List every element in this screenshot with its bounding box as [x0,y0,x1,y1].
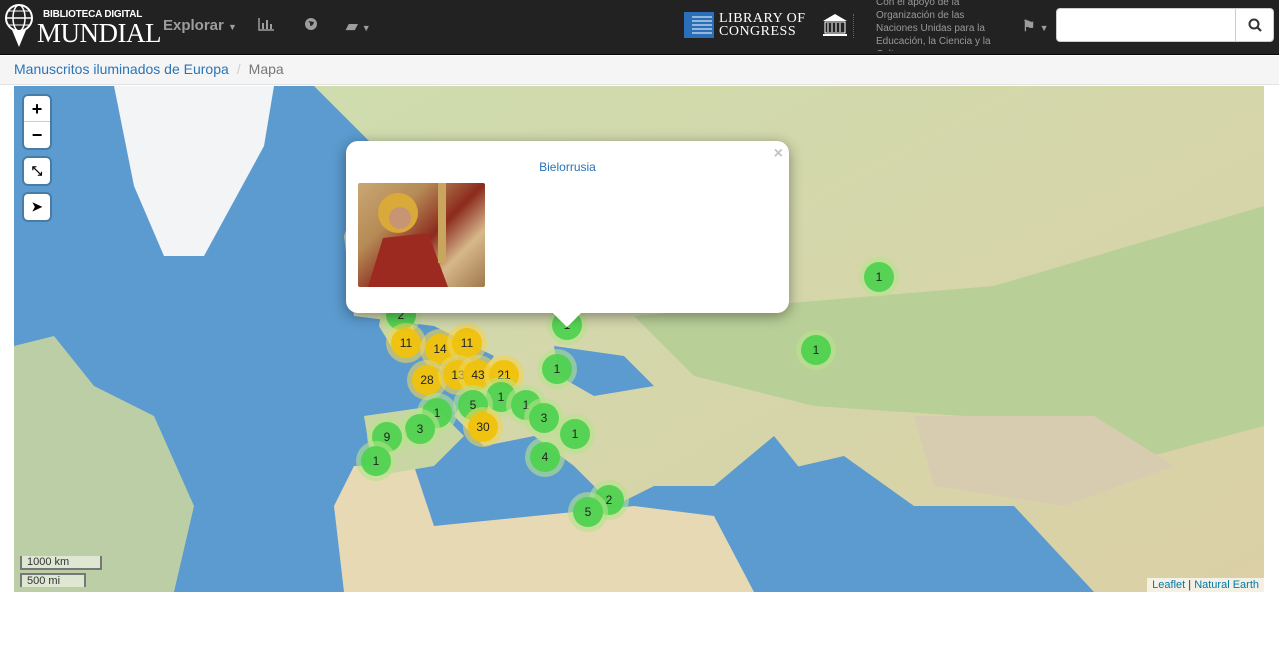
marker-cluster[interactable]: 1 [537,349,577,389]
popup-title-link[interactable]: Bielorrusia [346,160,789,174]
breadcrumb: Manuscritos iluminados de Europa / Mapa [0,56,1279,85]
unesco-text: Con el apoyo de la Organización de las N… [876,0,991,51]
cluster-count: 3 [529,403,559,433]
loc-line2: CONGRESS [719,24,797,39]
breadcrumb-separator: / [236,61,241,77]
scale-mi: 500 mi [20,573,86,587]
marker-cluster[interactable]: 4 [525,437,565,477]
globe-icon[interactable] [304,17,318,35]
cluster-count: 4 [530,442,560,472]
map[interactable]: + − ⤡ ➤ 21111411281343211151133309141251… [14,86,1264,592]
attribution-separator: | [1188,579,1192,591]
divider [853,14,854,38]
marker-cluster[interactable]: 1 [356,441,396,481]
unesco-temple-icon[interactable] [822,13,848,37]
cluster-count: 3 [405,414,435,444]
search-button[interactable] [1235,9,1273,41]
leaflet-link[interactable]: Leaflet [1152,579,1185,591]
marker-cluster[interactable]: 1 [796,330,836,370]
cluster-count: 11 [391,328,421,358]
cluster-count: 28 [412,365,442,395]
zoom-control: + − [24,96,50,148]
caret-down-icon: ▼ [1039,23,1049,33]
marker-cluster[interactable]: 30 [463,407,503,447]
cluster-count: 5 [573,497,603,527]
caret-down-icon: ▼ [228,22,237,32]
fullscreen-exit-button[interactable]: ⤡ [24,158,50,184]
collapse-icon: ⤡ [31,163,43,178]
marker-cluster[interactable]: 1 [859,257,899,297]
book-menu[interactable]: ▰ ▼ [346,17,371,35]
explore-menu[interactable]: Explorar ▼ [163,17,237,34]
caret-down-icon: ▼ [361,23,371,33]
map-attribution: Leaflet | Natural Earth [1147,578,1264,592]
scale-km: 1000 km [20,556,102,570]
chart-icon[interactable] [258,17,275,35]
loc-flag-icon [684,12,714,38]
breadcrumb-current: Mapa [248,61,284,77]
search-box [1056,8,1274,42]
search-icon [1248,18,1262,32]
cluster-count: 1 [801,335,831,365]
cluster-count: 1 [361,446,391,476]
logo-big-text: MUNDIAL [37,18,162,48]
cluster-count: 1 [560,419,590,449]
natural-earth-link[interactable]: Natural Earth [1194,579,1259,591]
explore-label: Explorar [163,17,224,34]
search-input[interactable] [1063,10,1238,40]
marker-cluster[interactable]: 5 [568,492,608,532]
flag-icon: ⚑ [1022,18,1036,35]
locate-button[interactable]: ➤ [24,194,50,220]
manuscript-thumbnail[interactable] [358,183,485,287]
cluster-count: 1 [542,354,572,384]
zoom-in-button[interactable]: + [24,96,50,122]
book-icon: ▰ [346,18,358,35]
cluster-count: 30 [468,412,498,442]
language-menu[interactable]: ⚑ ▼ [1022,17,1049,35]
zoom-out-button[interactable]: − [24,122,50,148]
cluster-count: 11 [452,328,482,358]
wdl-logo[interactable]: BIBLIOTECA DIGITAL MUNDIAL [4,3,162,51]
breadcrumb-parent-link[interactable]: Manuscritos iluminados de Europa [14,61,229,77]
top-navbar: BIBLIOTECA DIGITAL MUNDIAL Explorar ▼ ▰ … [0,0,1279,55]
map-popup: × Bielorrusia [346,141,789,328]
cluster-count: 1 [864,262,894,292]
globe-balloon-icon [5,4,33,47]
location-arrow-icon: ➤ [31,199,43,214]
